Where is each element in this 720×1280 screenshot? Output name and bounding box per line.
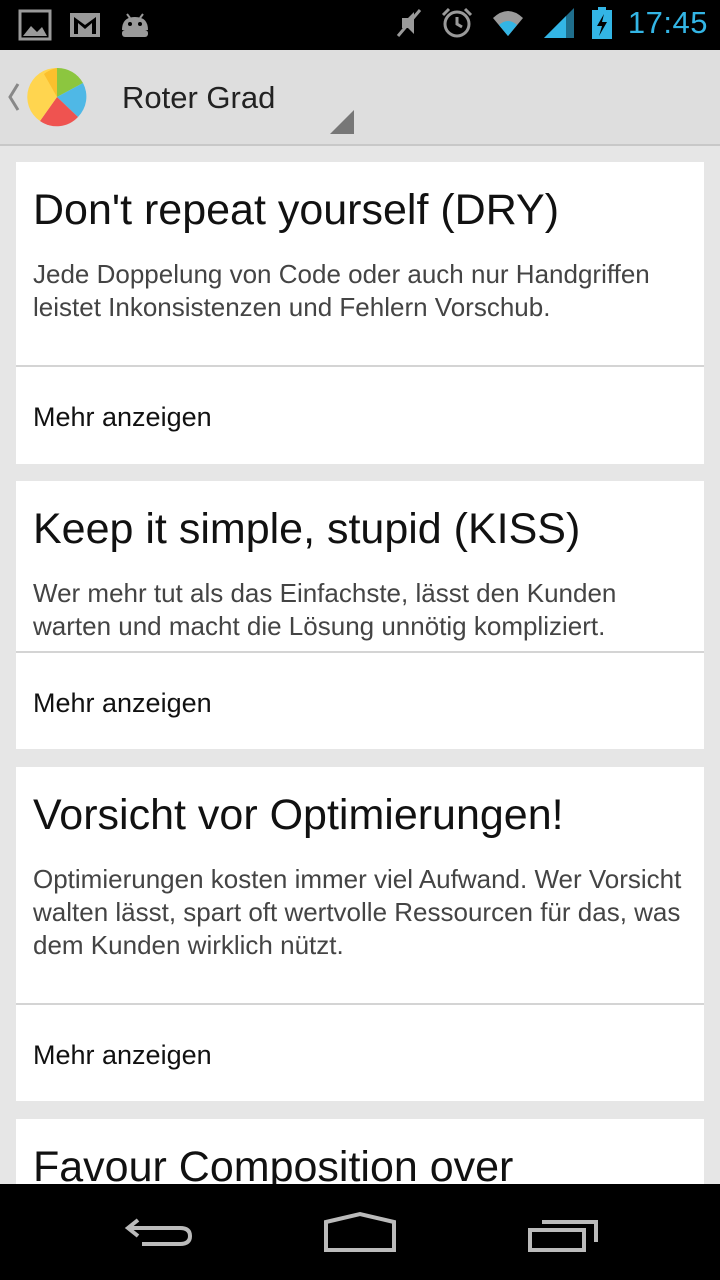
card-title: Don't repeat yourself (DRY) <box>33 186 560 234</box>
principles-list: Don't repeat yourself (DRY) Jede Doppelu… <box>0 146 720 1184</box>
mute-icon <box>396 9 422 37</box>
show-more-button[interactable]: Mehr anzeigen <box>33 688 212 719</box>
show-more-button[interactable]: Mehr anzeigen <box>33 402 212 433</box>
gmail-notification-icon <box>70 13 100 37</box>
system-icons: 17:45 <box>392 5 708 41</box>
dropdown-arrow-icon <box>330 110 354 134</box>
action-bar: Roter Grad <box>0 50 720 146</box>
alarm-icon <box>441 7 472 38</box>
card-description: Wer mehr tut als das Einfachste, lässt d… <box>33 578 617 641</box>
navigation-spinner[interactable]: Roter Grad <box>102 50 358 144</box>
card-divider <box>16 651 704 653</box>
recent-apps-icon[interactable] <box>522 1208 602 1256</box>
battery-charging-icon <box>591 7 612 39</box>
principle-card: Don't repeat yourself (DRY) Jede Doppelu… <box>16 162 704 464</box>
card-title: Keep it simple, stupid (KISS) <box>33 505 581 553</box>
android-notification-icon <box>122 13 148 37</box>
gallery-notification-icon <box>18 9 52 41</box>
card-title: Favour Composition over <box>33 1143 514 1184</box>
status-bar: 17:45 <box>0 0 720 50</box>
clock: 17:45 <box>627 5 708 40</box>
navigation-bar <box>0 1184 720 1280</box>
up-caret-icon[interactable] <box>6 80 22 114</box>
home-icon[interactable] <box>320 1208 400 1256</box>
app-logo-icon[interactable] <box>26 66 88 128</box>
card-divider <box>16 1003 704 1005</box>
card-description: Optimierungen kosten immer viel Aufwand.… <box>33 864 682 960</box>
card-divider <box>16 365 704 367</box>
show-more-button[interactable]: Mehr anzeigen <box>33 1040 212 1071</box>
card-title: Vorsicht vor Optimierungen! <box>33 791 564 839</box>
principle-card: Keep it simple, stupid (KISS) Wer mehr t… <box>16 481 704 749</box>
wifi-icon <box>492 11 523 36</box>
back-icon[interactable] <box>120 1208 200 1256</box>
signal-icon <box>543 8 574 38</box>
principle-card: Favour Composition over <box>16 1119 704 1184</box>
card-description: Jede Doppelung von Code oder auch nur Ha… <box>33 259 650 322</box>
principle-card: Vorsicht vor Optimierungen! Optimierunge… <box>16 767 704 1101</box>
spinner-selected-title: Roter Grad <box>122 80 276 115</box>
notification-icons <box>18 8 152 42</box>
